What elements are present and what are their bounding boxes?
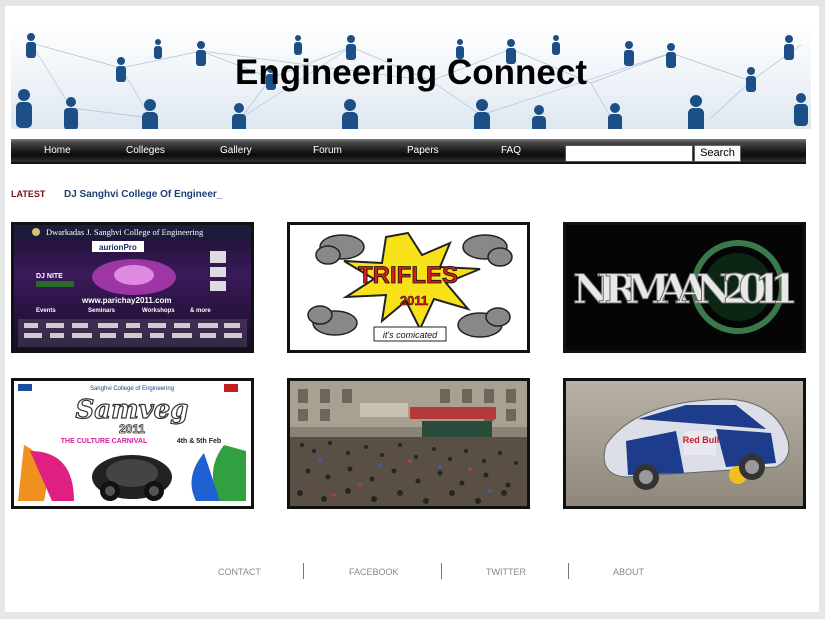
nav-item-forum[interactable]: Forum <box>313 145 342 156</box>
search-button[interactable]: Search <box>694 145 741 162</box>
samveg-tagline: THE CULTURE CARNIVAL <box>61 438 148 445</box>
poster-tag-events: Events <box>36 308 56 314</box>
poster-tag-seminars: Seminars <box>88 308 116 314</box>
nav-item-home[interactable]: Home <box>44 145 71 156</box>
samveg-year: 2011 <box>119 422 145 436</box>
footer-divider <box>568 563 569 579</box>
nav-item-papers[interactable]: Papers <box>407 145 439 156</box>
samveg-dates: 4th & 5th Feb <box>177 438 221 445</box>
samveg-college-name: Sanghvi College of Engineering <box>90 386 174 392</box>
samveg-poster-image: Sanghvi College of Engineering Samveg 20… <box>18 384 246 501</box>
search-input[interactable] <box>565 145 693 162</box>
header-banner: Engineering Connect <box>11 23 811 129</box>
gallery-thumb-parichay[interactable]: Dwarkadas J. Sanghvi College of Engineer… <box>11 222 254 353</box>
footer-link-about[interactable]: ABOUT <box>613 567 644 577</box>
trifles-title: TRIFLES <box>358 262 458 289</box>
redbull-label: Red Bull <box>683 435 720 445</box>
poster-tag-workshops: Workshops <box>142 308 175 314</box>
parichay-poster-image: Dwarkadas J. Sanghvi College of Engineer… <box>14 225 251 347</box>
page: Engineering Connect Home Colleges Galler… <box>5 6 819 612</box>
poster-tag-more: & more <box>190 308 211 314</box>
latest-label: LATEST <box>11 189 46 199</box>
footer-link-twitter[interactable]: TWITTER <box>486 567 526 577</box>
nirmaan-logo-image: NIRMAAN 2011 <box>573 240 799 334</box>
gallery-thumb-samveg[interactable]: Sanghvi College of Engineering Samveg 20… <box>11 378 254 509</box>
footer-link-contact[interactable]: CONTACT <box>218 567 261 577</box>
gallery-thumb-trifles[interactable]: TRIFLES 2011 it's comicated <box>287 222 530 353</box>
nav-item-colleges[interactable]: Colleges <box>126 145 165 156</box>
gallery-thumb-redbull-car[interactable]: Red Bull <box>563 378 806 509</box>
poster-url: www.parichay2011.com <box>81 296 172 305</box>
nav-item-gallery[interactable]: Gallery <box>220 145 252 156</box>
nirmaan-title: NIRMAAN 2011 <box>573 266 795 313</box>
trifles-year: 2011 <box>400 293 428 308</box>
main-nav: Home Colleges Gallery Forum Papers FAQ S… <box>11 139 806 164</box>
latest-ticker-link[interactable]: DJ Sanghvi College Of Engineer_ <box>64 189 222 200</box>
crowd-photo-image <box>290 381 527 506</box>
site-title: Engineering Connect <box>235 53 587 92</box>
redbull-car-image: Red Bull <box>603 398 790 490</box>
nav-item-faq[interactable]: FAQ <box>501 145 521 156</box>
poster-event-name: DJ NITE <box>36 273 63 280</box>
gallery-thumb-crowd[interactable] <box>287 378 530 509</box>
poster-sponsor: aurionPro <box>99 243 137 252</box>
trifles-logo-image: TRIFLES 2011 it's comicated <box>307 231 513 342</box>
gallery-thumb-nirmaan[interactable]: NIRMAAN 2011 <box>563 222 806 353</box>
samveg-title: Samveg <box>76 395 189 425</box>
footer-divider <box>303 563 304 579</box>
trifles-tagline: it's comicated <box>383 330 438 340</box>
footer-link-facebook[interactable]: FACEBOOK <box>349 567 399 577</box>
poster-college-name: Dwarkadas J. Sanghvi College of Engineer… <box>46 227 204 237</box>
footer-divider <box>441 563 442 579</box>
